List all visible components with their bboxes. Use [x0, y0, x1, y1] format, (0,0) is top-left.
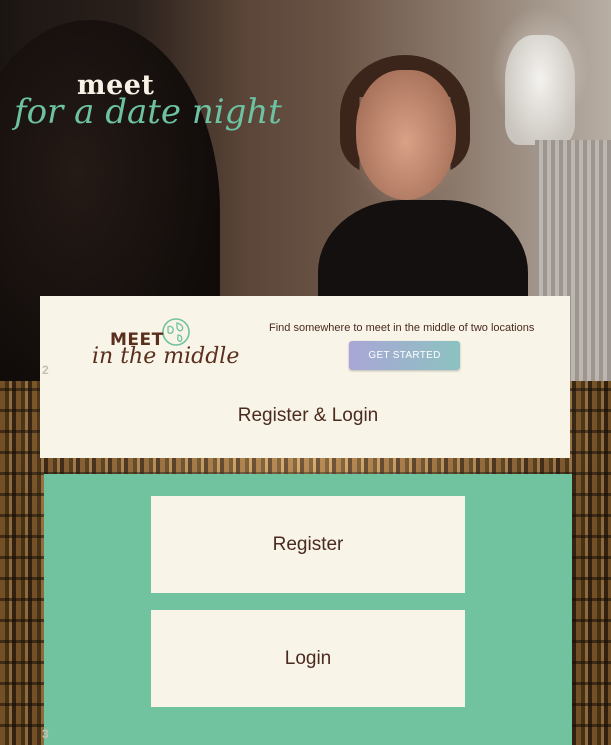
section-number-3: 3 [42, 727, 49, 741]
hero-photo-chef [505, 35, 575, 145]
section-title: Register & Login [237, 405, 379, 426]
login-button[interactable]: Login [151, 610, 465, 707]
logo: MEET in the middle [92, 316, 239, 376]
section-number-2: 2 [42, 363, 49, 377]
hero-title-subtitle: for a date night [14, 92, 282, 132]
tagline: Find somewhere to meet in the middle of … [269, 322, 535, 334]
get-started-button[interactable]: GET STARTED [349, 341, 460, 370]
auth-card: Register Login [44, 474, 572, 745]
hero-photo-woman-face [356, 70, 456, 200]
hero-title: meet for a date night [14, 70, 282, 140]
register-button[interactable]: Register [151, 496, 465, 593]
logo-subtitle-text: in the middle [92, 344, 240, 369]
header-panel: MEET in the middle Find somewhere to mee… [40, 296, 570, 458]
